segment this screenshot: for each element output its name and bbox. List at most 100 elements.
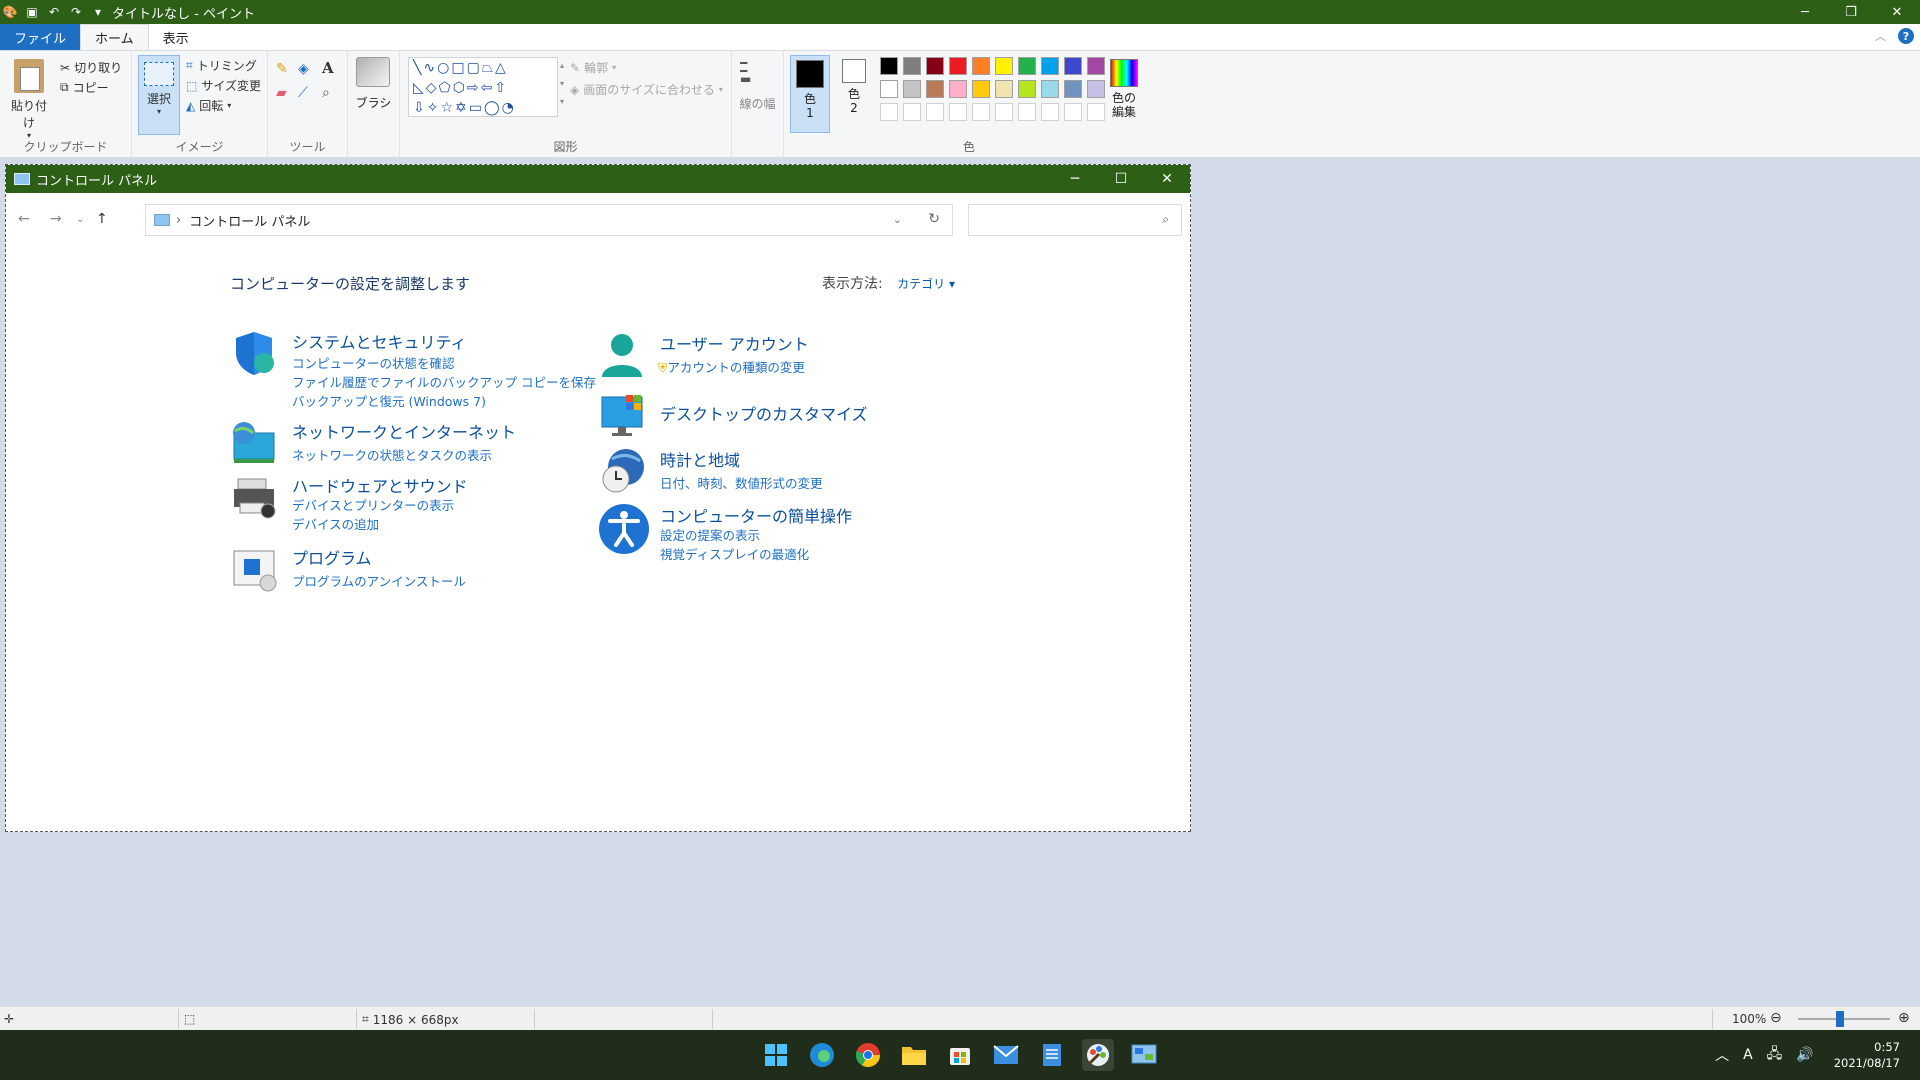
custom-color-slot[interactable] xyxy=(972,103,990,121)
cut-button[interactable]: ✂ 切り取り xyxy=(60,59,122,76)
link-date-time-format[interactable]: 日付、時刻、数値形式の変更 xyxy=(660,473,823,492)
magnifier-icon[interactable]: ⌕ xyxy=(322,85,330,101)
select-button[interactable]: 選択 ▾ xyxy=(138,55,180,135)
palette-color-swatch[interactable] xyxy=(1041,57,1059,75)
eraser-icon[interactable]: ▰ xyxy=(276,85,287,101)
paint-app-icon[interactable]: 🎨 xyxy=(2,4,18,20)
palette-color-swatch[interactable] xyxy=(1087,57,1105,75)
link-optimize-display[interactable]: 視覚ディスプレイの最適化 xyxy=(660,544,809,563)
collapse-ribbon-icon[interactable]: ︿ xyxy=(1875,28,1886,44)
show-hidden-icons-icon[interactable]: ︿ xyxy=(1715,1045,1729,1065)
palette-color-swatch[interactable] xyxy=(903,57,921,75)
palette-color-swatch[interactable] xyxy=(995,57,1013,75)
category-title-programs[interactable]: プログラム xyxy=(292,545,372,569)
shapes-scroll-icon[interactable]: ▴ ▾ ▾ xyxy=(560,57,564,111)
color1-button[interactable]: 色 1 xyxy=(790,55,830,133)
link-add-device[interactable]: デバイスの追加 xyxy=(292,514,379,533)
category-title-system[interactable]: システムとセキュリティ xyxy=(292,329,467,353)
cp-close-button[interactable]: ✕ xyxy=(1144,165,1190,193)
custom-color-slot[interactable] xyxy=(903,103,921,121)
edge-icon[interactable] xyxy=(806,1039,838,1071)
volume-icon[interactable]: 🔊 xyxy=(1796,1047,1813,1063)
canvas[interactable]: コントロール パネル ─ ☐ ✕ ← → ⌄ ↑ › コントロール パネル ⌄ … xyxy=(5,164,1191,832)
search-input[interactable]: ⌕ xyxy=(968,204,1182,236)
link-devices-printers[interactable]: デバイスとプリンターの表示 xyxy=(292,495,454,514)
start-button[interactable] xyxy=(760,1039,792,1071)
trim-button[interactable]: ⌗ トリミング xyxy=(186,57,257,74)
network-icon[interactable]: 🖧 xyxy=(1767,1043,1783,1067)
link-uninstall-program[interactable]: プログラムのアンインストール xyxy=(292,571,466,590)
palette-color-swatch[interactable] xyxy=(1041,80,1059,98)
palette-color-swatch[interactable] xyxy=(972,57,990,75)
minimize-button[interactable]: ─ xyxy=(1782,0,1828,24)
canvas-area[interactable]: コントロール パネル ─ ☐ ✕ ← → ⌄ ↑ › コントロール パネル ⌄ … xyxy=(0,158,1920,1006)
palette-color-swatch[interactable] xyxy=(1087,80,1105,98)
undo-icon[interactable]: ↶ xyxy=(46,4,62,20)
customize-quick-access-icon[interactable]: ▾ xyxy=(90,4,106,20)
outline-button[interactable]: ✎ 輪郭 ▾ xyxy=(570,59,616,76)
paste-button[interactable]: 貼り付け ▾ xyxy=(6,59,52,140)
cp-minimize-button[interactable]: ─ xyxy=(1052,165,1098,193)
notepad-icon[interactable] xyxy=(1036,1039,1068,1071)
resize-button[interactable]: ⬚ サイズ変更 xyxy=(186,77,261,94)
save-icon[interactable]: ▣ xyxy=(24,4,40,20)
palette-color-swatch[interactable] xyxy=(880,57,898,75)
palette-color-swatch[interactable] xyxy=(1064,57,1082,75)
control-panel-taskbar-icon[interactable] xyxy=(1128,1039,1160,1071)
fill-icon[interactable]: ◈ xyxy=(298,61,309,77)
address-dropdown-icon[interactable]: ⌄ xyxy=(893,213,902,226)
palette-color-swatch[interactable] xyxy=(926,80,944,98)
size-group[interactable]: ━ ━ ▬ 線の幅 xyxy=(732,51,784,157)
chrome-icon[interactable] xyxy=(852,1039,884,1071)
category-title-ease[interactable]: コンピューターの簡単操作 xyxy=(660,503,852,527)
tab-file[interactable]: ファイル xyxy=(0,24,81,50)
brushes-group[interactable]: ブラシ xyxy=(348,51,400,157)
zoom-out-icon[interactable]: ⊖ xyxy=(1770,1010,1782,1026)
zoom-slider-track[interactable] xyxy=(1798,1018,1890,1020)
category-title-clock[interactable]: 時計と地域 xyxy=(660,447,740,471)
restore-button[interactable]: ❐ xyxy=(1828,0,1874,24)
palette-color-swatch[interactable] xyxy=(949,57,967,75)
zoom-slider-thumb[interactable] xyxy=(1836,1011,1844,1027)
tab-view[interactable]: 表示 xyxy=(149,24,203,50)
color2-button[interactable]: 色 2 xyxy=(836,55,872,115)
custom-color-slot[interactable] xyxy=(880,103,898,121)
link-change-account-type[interactable]: ⛨アカウントの種類の変更 xyxy=(658,357,805,376)
forward-arrow-icon[interactable]: → xyxy=(50,211,62,227)
custom-color-slot[interactable] xyxy=(1064,103,1082,121)
fill-shape-button[interactable]: ◈ 画面のサイズに合わせる ▾ xyxy=(570,81,723,98)
palette-color-swatch[interactable] xyxy=(1018,57,1036,75)
text-icon[interactable]: A xyxy=(322,59,334,77)
address-bar[interactable]: › コントロール パネル ⌄ ↻ xyxy=(145,204,953,236)
link-network-status[interactable]: ネットワークの状態とタスクの表示 xyxy=(292,445,492,464)
edit-colors-button[interactable]: 色の編集 xyxy=(1104,55,1144,119)
shapes-gallery[interactable]: ╲∿○□▢⏢△ ◺◇⬠⬡⇨⇦⇧ ⇩✧☆✡▭◯◔ xyxy=(408,57,558,117)
custom-color-slot[interactable] xyxy=(1041,103,1059,121)
link-check-status[interactable]: コンピューターの状態を確認 xyxy=(292,353,455,372)
category-title-network[interactable]: ネットワークとインターネット xyxy=(292,419,516,443)
clock[interactable]: 0:57 2021/08/17 xyxy=(1834,1039,1900,1071)
palette-color-swatch[interactable] xyxy=(903,80,921,98)
tab-home[interactable]: ホーム xyxy=(80,24,149,50)
link-backup-restore[interactable]: バックアップと復元 (Windows 7) xyxy=(292,391,486,410)
category-title-appearance[interactable]: デスクトップのカスタマイズ xyxy=(660,401,868,425)
custom-color-slot[interactable] xyxy=(1018,103,1036,121)
help-icon[interactable]: ? xyxy=(1898,28,1914,44)
link-file-history[interactable]: ファイル履歴でファイルのバックアップ コピーを保存 xyxy=(292,372,596,391)
redo-icon[interactable]: ↷ xyxy=(68,4,84,20)
custom-color-slot[interactable] xyxy=(949,103,967,121)
palette-color-swatch[interactable] xyxy=(1018,80,1036,98)
recent-locations-icon[interactable]: ⌄ xyxy=(76,214,84,225)
up-arrow-icon[interactable]: ↑ xyxy=(96,211,108,227)
close-button[interactable]: ✕ xyxy=(1874,0,1920,24)
link-settings-suggestions[interactable]: 設定の提案の表示 xyxy=(660,525,760,544)
paint-taskbar-icon[interactable] xyxy=(1082,1039,1114,1071)
color-picker-icon[interactable]: ⟋ xyxy=(298,85,308,101)
mail-icon[interactable] xyxy=(990,1039,1022,1071)
copy-button[interactable]: ⧉ コピー xyxy=(60,79,109,96)
breadcrumb[interactable]: コントロール パネル xyxy=(189,211,310,230)
rotate-button[interactable]: ◭ 回転 ▾ xyxy=(186,97,231,114)
ime-indicator[interactable]: A xyxy=(1743,1047,1753,1063)
custom-color-slot[interactable] xyxy=(926,103,944,121)
file-explorer-icon[interactable] xyxy=(898,1039,930,1071)
